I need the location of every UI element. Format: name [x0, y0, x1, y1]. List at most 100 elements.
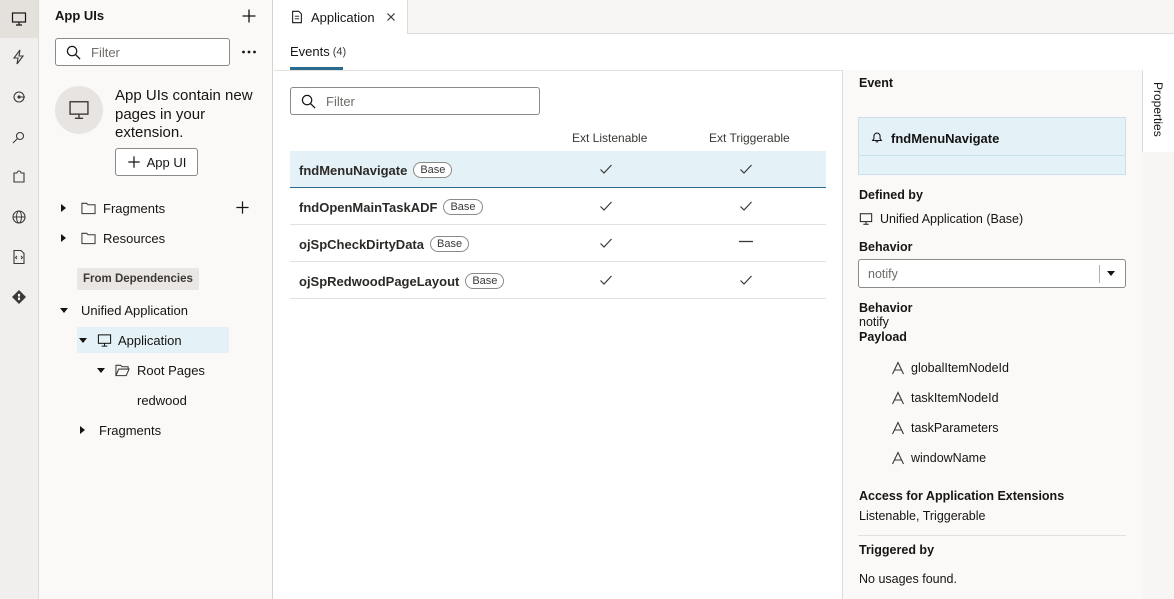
- empty-state-message: App UIs contain new pages in your extens…: [115, 87, 253, 141]
- add-fragment-plus-icon[interactable]: [235, 200, 250, 215]
- event-card: fndMenuNavigate: [858, 117, 1126, 175]
- table-row[interactable]: fndMenuNavigate Base: [290, 151, 826, 188]
- more-options-icon[interactable]: [241, 44, 257, 60]
- table-row[interactable]: ojSpCheckDirtyData Base: [290, 225, 826, 262]
- chevron-down-icon[interactable]: [79, 337, 87, 343]
- app-uis-icon[interactable]: [0, 0, 38, 38]
- check-icon: [600, 164, 612, 174]
- tree-item-unified-application[interactable]: Unified Application: [59, 297, 259, 323]
- tree-item-application[interactable]: Application: [77, 327, 229, 353]
- navigator-title: App UIs: [55, 8, 105, 23]
- event-heading: Event: [859, 76, 894, 90]
- behavior-label: Behavior: [859, 240, 913, 254]
- payload-name: taskParameters: [911, 421, 999, 435]
- document-icon: [292, 10, 302, 24]
- payload-item: taskItemNodeId: [891, 388, 999, 408]
- redwood-label: redwood: [137, 392, 187, 408]
- check-icon: [740, 164, 752, 174]
- chevron-down-icon[interactable]: [97, 367, 105, 373]
- search-icon: [66, 45, 81, 60]
- root-pages-label: Root Pages: [137, 362, 205, 378]
- events-count: (4): [332, 46, 347, 58]
- tree-item-resources[interactable]: Resources: [59, 225, 259, 251]
- globe-icon[interactable]: [0, 198, 38, 236]
- string-type-icon: [892, 451, 904, 465]
- base-badge: Base: [465, 273, 505, 289]
- properties-tab-label: Properties: [1151, 82, 1165, 137]
- check-icon: [600, 238, 612, 248]
- triggered-by-label: Triggered by: [859, 543, 935, 557]
- tree-item-fragments-dependency[interactable]: Fragments: [77, 417, 247, 443]
- filter-placeholder: Filter: [326, 93, 355, 109]
- service-icon[interactable]: [0, 78, 38, 116]
- tab-application[interactable]: Application: [274, 0, 408, 34]
- editor-tab-bar: Application: [274, 0, 1174, 34]
- folder-open-icon: [115, 364, 130, 377]
- string-type-icon: [892, 361, 904, 375]
- add-app-ui-label: App UI: [146, 154, 187, 170]
- behavior-select-value: notify: [868, 267, 898, 281]
- lightning-icon[interactable]: [0, 38, 38, 76]
- folder-icon: [81, 232, 96, 245]
- navigator-panel: App UIs Filter App UIs contain new pages…: [39, 0, 273, 599]
- payload-item: taskParameters: [891, 418, 999, 438]
- defined-by-value: Unified Application (Base): [880, 212, 1024, 226]
- base-badge: Base: [429, 236, 470, 252]
- add-app-ui-button[interactable]: App UI: [115, 148, 198, 176]
- behavior-select[interactable]: notify: [858, 259, 1126, 288]
- editor-subtabs: Events (4): [274, 34, 1174, 71]
- from-dependencies-header: From Dependencies: [77, 268, 199, 290]
- behavior-value: notify: [859, 315, 889, 329]
- event-name: fndOpenMainTaskADF: [299, 199, 438, 215]
- filter-placeholder: Filter: [91, 44, 120, 60]
- active-tab-indicator: [290, 67, 343, 70]
- navigator-filter-input[interactable]: Filter: [55, 38, 230, 66]
- activity-bar: [0, 0, 39, 599]
- close-icon[interactable]: [386, 12, 396, 22]
- properties-panel: Event fndMenuNavigate Defined by Unified…: [842, 70, 1142, 599]
- tab-label: Application: [311, 9, 375, 25]
- dash-icon: [739, 240, 753, 243]
- table-row[interactable]: fndOpenMainTaskADF Base: [290, 188, 826, 225]
- divider: [858, 535, 1126, 536]
- string-type-icon: [892, 421, 904, 435]
- string-type-icon: [892, 391, 904, 405]
- defined-by-label: Defined by: [859, 188, 923, 202]
- resources-label: Resources: [103, 230, 166, 246]
- app-ui-placeholder-icon: [55, 86, 103, 134]
- event-name: ojSpCheckDirtyData: [299, 236, 424, 252]
- chevron-right-icon[interactable]: [61, 204, 66, 212]
- unified-application-label: Unified Application: [81, 302, 188, 318]
- check-icon: [740, 275, 752, 285]
- table-row[interactable]: ojSpRedwoodPageLayout Base: [290, 262, 826, 299]
- events-filter-input[interactable]: Filter: [290, 87, 540, 115]
- add-app-ui-plus-icon[interactable]: [241, 8, 257, 24]
- event-name: ojSpRedwoodPageLayout: [299, 273, 460, 289]
- chevron-right-icon[interactable]: [61, 234, 66, 242]
- puzzle-icon[interactable]: [0, 158, 38, 196]
- column-header-listenable[interactable]: Ext Listenable: [572, 131, 647, 145]
- fragments-label: Fragments: [103, 200, 166, 216]
- plus-icon: [127, 156, 140, 168]
- check-icon: [740, 201, 752, 211]
- chevron-down-icon[interactable]: [60, 307, 68, 313]
- tree-item-redwood[interactable]: redwood: [137, 387, 237, 413]
- events-tab-label: Events: [290, 44, 330, 59]
- tree-item-fragments[interactable]: Fragments: [59, 195, 259, 221]
- triggered-by-value: No usages found.: [859, 572, 957, 586]
- properties-side-tabs: Properties: [1142, 70, 1174, 599]
- plug-icon[interactable]: [0, 118, 38, 156]
- column-header-triggerable[interactable]: Ext Triggerable: [709, 131, 790, 145]
- source-icon[interactable]: [0, 238, 38, 276]
- check-icon: [600, 275, 612, 285]
- tab-properties[interactable]: Properties: [1142, 70, 1174, 152]
- git-icon[interactable]: [0, 278, 38, 316]
- tree-item-root-pages[interactable]: Root Pages: [95, 357, 255, 383]
- access-label: Access for Application Extensions: [859, 489, 1065, 503]
- fragments2-label: Fragments: [99, 422, 162, 438]
- chevron-right-icon[interactable]: [80, 426, 85, 434]
- payload-label: Payload: [859, 330, 907, 344]
- behavior-label-2: Behavior: [859, 301, 913, 315]
- chevron-down-icon[interactable]: [1107, 271, 1115, 276]
- bell-icon: [871, 132, 883, 143]
